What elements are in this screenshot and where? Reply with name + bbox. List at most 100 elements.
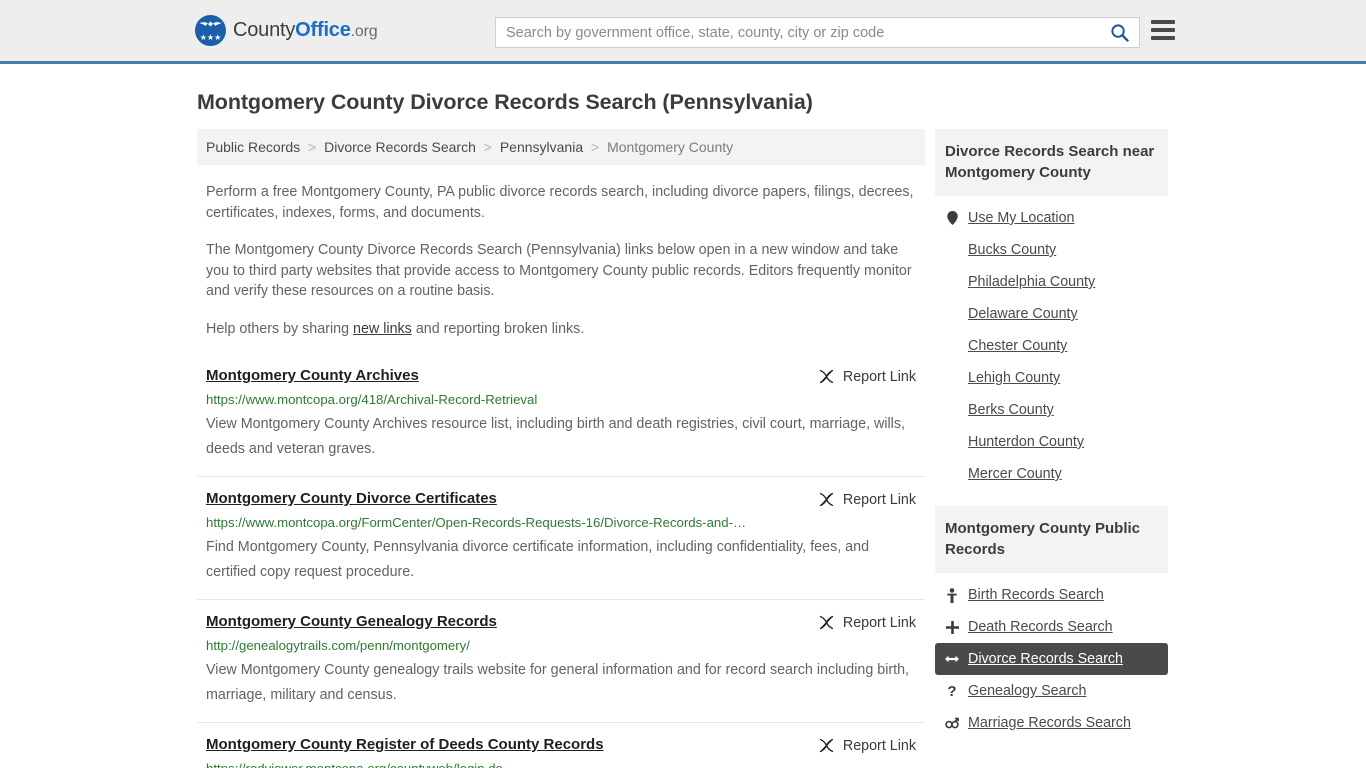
public-records-heading: Montgomery County Public Records bbox=[935, 506, 1168, 573]
map-pin-icon bbox=[946, 211, 958, 225]
eagle-icon bbox=[199, 21, 222, 27]
sidebar-item-death-records-search[interactable]: Death Records Search bbox=[935, 611, 1168, 643]
sidebar-item-lehigh-county[interactable]: Lehigh County bbox=[935, 362, 1168, 394]
sidebar-item-marriage-records-search[interactable]: Marriage Records Search bbox=[935, 707, 1168, 739]
result-url[interactable]: http://genealogytrails.com/penn/montgome… bbox=[206, 638, 916, 654]
result-title-link[interactable]: Montgomery County Genealogy Records bbox=[206, 613, 497, 630]
question-mark-icon: ? bbox=[947, 682, 957, 700]
sidebar-item-chester-county[interactable]: Chester County bbox=[935, 330, 1168, 362]
sidebar-item-berks-county[interactable]: Berks County bbox=[935, 394, 1168, 426]
result-url[interactable]: https://www.montcopa.org/418/Archival-Re… bbox=[206, 392, 916, 408]
report-link-button[interactable]: Report Link bbox=[818, 736, 916, 754]
sidebar-item-label: Bucks County bbox=[968, 242, 1057, 258]
nearby-counties-list: Use My Location Bucks County Philadelphia … bbox=[935, 196, 1168, 490]
intro-paragraph-2: The Montgomery County Divorce Records Se… bbox=[206, 242, 912, 299]
breadcrumb-item-pennsylvania[interactable]: Pennsylvania bbox=[500, 139, 583, 155]
sidebar-item-use-my-location[interactable]: Use My Location bbox=[935, 202, 1168, 234]
result-url[interactable]: https://rodviewer.montcopa.org/countyweb… bbox=[206, 761, 916, 768]
result-description: View Montgomery County Archives resource… bbox=[206, 416, 905, 457]
search-icon bbox=[1110, 24, 1129, 42]
sidebar-item-divorce-records-search[interactable]: Divorce Records Search bbox=[935, 643, 1168, 675]
sidebar: Divorce Records Search near Montgomery C… bbox=[935, 129, 1168, 768]
new-links-link[interactable]: new links bbox=[353, 321, 412, 337]
eagle-badge-icon: ★★★ bbox=[195, 15, 226, 46]
breadcrumb-item-divorce-records-search[interactable]: Divorce Records Search bbox=[324, 139, 476, 155]
breadcrumb-item-public-records[interactable]: Public Records bbox=[206, 139, 300, 155]
report-link-button[interactable]: Report Link bbox=[818, 490, 916, 508]
sidebar-item-label: Genealogy Search bbox=[968, 683, 1087, 699]
sidebar-item-label: Death Records Search bbox=[968, 619, 1113, 635]
sidebar-item-label: Mercer County bbox=[968, 466, 1062, 482]
sidebar-item-label: Birth Records Search bbox=[968, 587, 1104, 603]
menu-bar-3 bbox=[1151, 36, 1175, 40]
baby-icon bbox=[945, 587, 959, 603]
breadcrumb-separator: > bbox=[308, 139, 317, 155]
baby-icon bbox=[947, 587, 957, 603]
menu-bar-1 bbox=[1151, 20, 1175, 24]
search-button[interactable] bbox=[1099, 18, 1139, 47]
result-item: Montgomery County Genealogy Records Repor… bbox=[197, 599, 925, 722]
search-input[interactable] bbox=[496, 18, 1099, 47]
sidebar-item-label: Chester County bbox=[968, 338, 1068, 354]
sidebar-item-label: Philadelphia County bbox=[968, 274, 1096, 290]
result-header: Montgomery County Register of Deeds Coun… bbox=[206, 736, 916, 754]
sidebar-item-birth-records-search[interactable]: Birth Records Search bbox=[935, 579, 1168, 611]
breadcrumb-separator: > bbox=[483, 139, 492, 155]
nearby-counties-heading: Divorce Records Search near Montgomery C… bbox=[935, 129, 1168, 196]
question-mark-icon: ? bbox=[945, 684, 959, 699]
sidebar-item-bucks-county[interactable]: Bucks County bbox=[935, 234, 1168, 266]
result-title-link[interactable]: Montgomery County Register of Deeds Coun… bbox=[206, 736, 604, 753]
left-right-arrow-icon bbox=[945, 653, 959, 665]
content-row: Public Records > Divorce Records Search … bbox=[0, 129, 1366, 768]
result-item: Montgomery County Archives Report Link htt… bbox=[197, 359, 925, 476]
breadcrumb-separator: > bbox=[591, 139, 600, 155]
map-pin-icon bbox=[945, 211, 959, 225]
intro-paragraph-3: Help others by sharing new links and rep… bbox=[206, 319, 919, 340]
result-title-link[interactable]: Montgomery County Divorce Certificates bbox=[206, 490, 497, 507]
left-right-arrow-icon bbox=[945, 655, 959, 663]
logo-text-org: .org bbox=[350, 23, 378, 40]
menu-bar-2 bbox=[1151, 28, 1175, 32]
sidebar-item-genealogy-search[interactable]: ? Genealogy Search bbox=[935, 675, 1168, 707]
result-header: Montgomery County Divorce Certificates Re… bbox=[206, 490, 916, 508]
sidebar-item-mercer-county[interactable]: Mercer County bbox=[935, 458, 1168, 490]
sidebar-item-label: Hunterdon County bbox=[968, 434, 1085, 450]
intro-p3-after: and reporting broken links. bbox=[411, 320, 585, 337]
report-link-label: Report Link bbox=[842, 737, 916, 754]
sidebar-item-label: Berks County bbox=[968, 402, 1054, 418]
cross-icon bbox=[945, 620, 959, 634]
breadcrumb: Public Records > Divorce Records Search … bbox=[197, 129, 925, 165]
cross-icon bbox=[945, 620, 959, 634]
report-link-button[interactable]: Report Link bbox=[818, 613, 916, 631]
broken-link-icon bbox=[819, 615, 834, 630]
logo-text: CountyOffice.org bbox=[233, 19, 378, 42]
logo-text-office: Office bbox=[295, 19, 351, 41]
sidebar-item-delaware-county[interactable]: Delaware County bbox=[935, 298, 1168, 330]
result-description: View Montgomery County genealogy trails … bbox=[206, 662, 910, 703]
site-logo[interactable]: ★★★ CountyOffice.org bbox=[195, 15, 378, 46]
main-column: Public Records > Divorce Records Search … bbox=[197, 129, 925, 768]
intro-text: Perform a free Montgomery County, PA pub… bbox=[197, 182, 925, 339]
report-link-label: Report Link bbox=[842, 368, 916, 385]
public-records-list: Birth Records Search Death Records Search… bbox=[935, 573, 1168, 739]
male-female-icon bbox=[945, 717, 959, 730]
sidebar-item-label: Use My Location bbox=[968, 210, 1075, 226]
sidebar-item-hunterdon-county[interactable]: Hunterdon County bbox=[935, 426, 1168, 458]
result-item: Montgomery County Register of Deeds Coun… bbox=[197, 722, 925, 768]
page-body: Montgomery County Divorce Records Search… bbox=[0, 90, 1366, 768]
result-description: Find Montgomery County, Pennsylvania div… bbox=[206, 539, 870, 580]
broken-link-icon bbox=[819, 369, 834, 384]
sidebar-item-philadelphia-county[interactable]: Philadelphia County bbox=[935, 266, 1168, 298]
report-link-button[interactable]: Report Link bbox=[818, 367, 916, 385]
sidebar-item-label: Marriage Records Search bbox=[968, 715, 1131, 731]
result-url[interactable]: https://www.montcopa.org/FormCenter/Open… bbox=[206, 515, 916, 531]
intro-p3-before: Help others by sharing bbox=[206, 320, 354, 337]
nearby-counties-panel: Divorce Records Search near Montgomery C… bbox=[935, 129, 1168, 490]
site-header: ★★★ CountyOffice.org bbox=[0, 0, 1366, 64]
report-link-label: Report Link bbox=[842, 614, 916, 631]
page-title: Montgomery County Divorce Records Search… bbox=[197, 90, 813, 114]
result-title-link[interactable]: Montgomery County Archives bbox=[206, 367, 419, 384]
result-header: Montgomery County Genealogy Records Repor… bbox=[206, 613, 916, 631]
menu-icon[interactable] bbox=[1151, 20, 1175, 40]
stars-icon: ★★★ bbox=[199, 33, 222, 42]
